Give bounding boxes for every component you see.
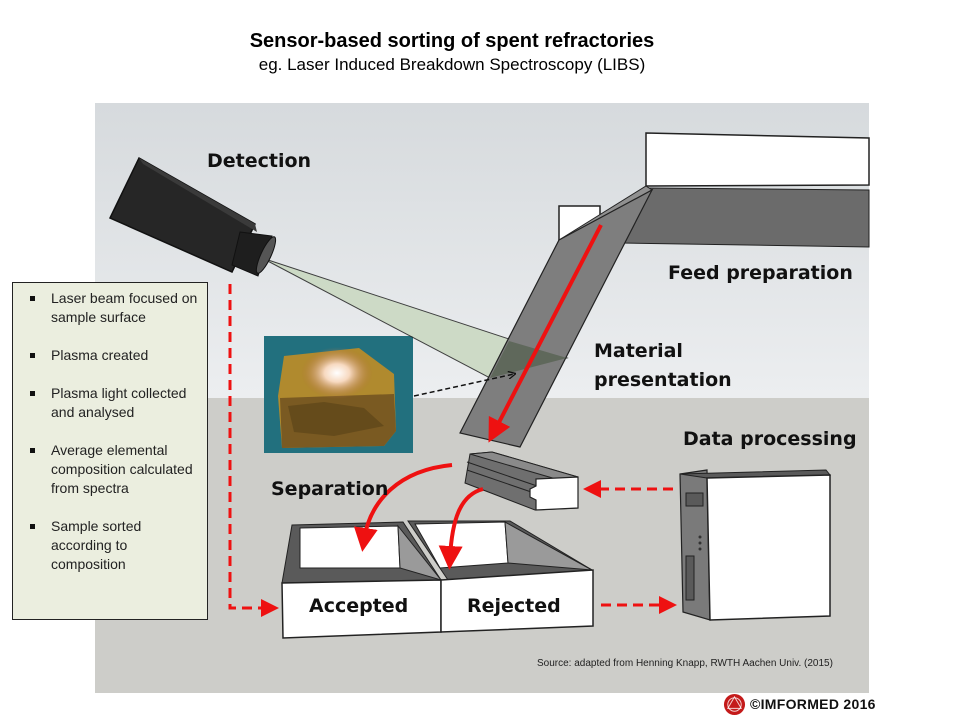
process-steps-box: Laser beam focused on sample surface Pla… bbox=[12, 282, 208, 620]
source-caption: Source: adapted from Henning Knapp, RWTH… bbox=[537, 658, 833, 669]
label-data-processing: Data processing bbox=[683, 428, 857, 450]
computer-icon bbox=[679, 469, 832, 621]
process-step: Laser beam focused on sample surface bbox=[21, 289, 199, 327]
process-step: Plasma created bbox=[21, 346, 199, 365]
process-step-text: Sample sorted according to composition bbox=[51, 518, 142, 572]
bullet-icon bbox=[30, 353, 35, 358]
label-separation: Separation bbox=[271, 478, 389, 500]
label-rejected: Rejected bbox=[467, 595, 561, 617]
label-material-presentation-2: presentation bbox=[594, 369, 732, 391]
process-step-text: Plasma light collected and analysed bbox=[51, 385, 187, 420]
bullet-icon bbox=[30, 524, 35, 529]
bullet-icon bbox=[30, 296, 35, 301]
label-material-presentation-1: Material bbox=[594, 340, 683, 362]
detection-signal-arrow bbox=[228, 284, 279, 617]
process-step: Sample sorted according to composition bbox=[21, 517, 199, 574]
copyright-notice: ©IMFORMED 2016 bbox=[750, 696, 876, 712]
label-accepted: Accepted bbox=[309, 595, 409, 617]
imformed-logo-icon bbox=[723, 693, 746, 716]
bullet-icon bbox=[30, 448, 35, 453]
separator-unit bbox=[464, 451, 579, 511]
process-step: Plasma light collected and analysed bbox=[21, 384, 199, 422]
bullet-icon bbox=[30, 391, 35, 396]
process-step-text: Average elemental composition calculated… bbox=[51, 442, 193, 496]
process-step: Average elemental composition calculated… bbox=[21, 441, 199, 498]
chute-flow-arrow bbox=[488, 224, 603, 443]
process-step-text: Laser beam focused on sample surface bbox=[51, 290, 198, 325]
process-step-text: Plasma created bbox=[51, 347, 149, 363]
material-chute bbox=[459, 188, 654, 448]
label-feed-preparation: Feed preparation bbox=[668, 262, 853, 284]
label-detection: Detection bbox=[207, 150, 312, 172]
